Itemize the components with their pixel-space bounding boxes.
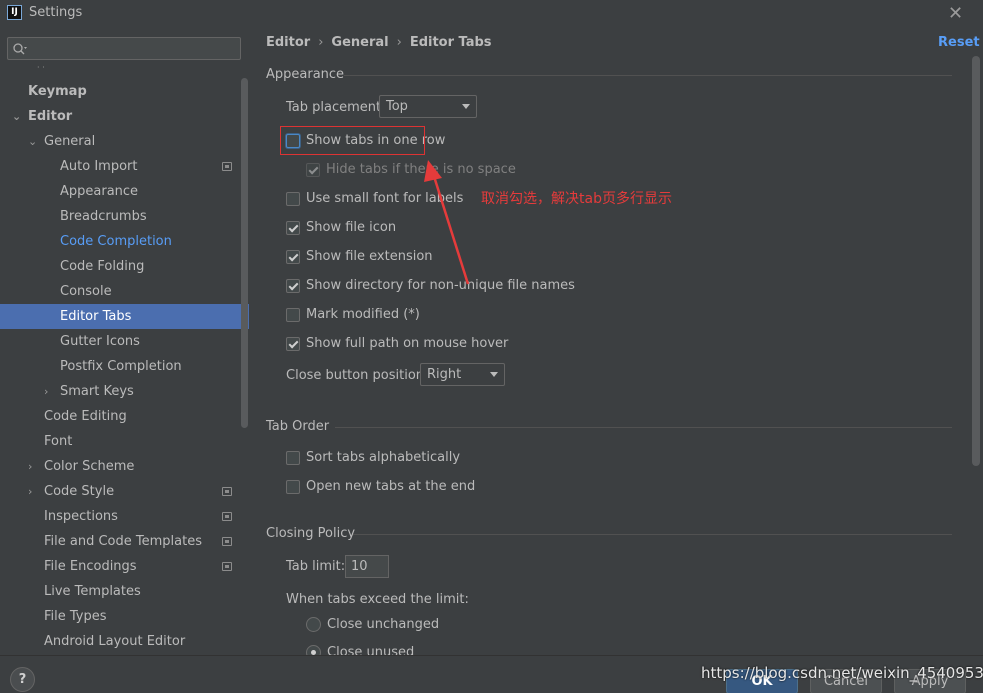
open-at-end-option[interactable]: Open new tabs at the end bbox=[286, 477, 486, 497]
closing-policy-group-title: Closing Policy bbox=[266, 526, 356, 541]
tab-order-group-title: Tab Order bbox=[266, 419, 330, 434]
show-full-path-checkbox[interactable] bbox=[286, 337, 300, 351]
sidebar-item-code-editing[interactable]: Code Editing bbox=[0, 404, 249, 429]
exceed-limit-label: When tabs exceed the limit: bbox=[286, 592, 469, 607]
chevron-down-icon[interactable]: ⌄ bbox=[12, 104, 24, 129]
show-file-icon-checkbox[interactable] bbox=[286, 221, 300, 235]
window-title: Settings bbox=[29, 5, 83, 20]
close-icon[interactable]: ✕ bbox=[948, 3, 963, 24]
breadcrumb-item[interactable]: Editor bbox=[266, 35, 310, 50]
breadcrumb: Editor › General › Editor Tabs bbox=[266, 35, 492, 50]
tab-limit-input[interactable]: 10 bbox=[345, 555, 389, 578]
sidebar-item-console[interactable]: Console bbox=[0, 279, 249, 304]
sidebar-item-color-scheme[interactable]: › Color Scheme bbox=[0, 454, 249, 479]
annotation-highlight-box bbox=[280, 126, 425, 155]
hide-tabs-no-space-checkbox[interactable] bbox=[306, 163, 320, 177]
tab-placement-select[interactable]: Top bbox=[379, 95, 477, 118]
settings-content: Editor › General › Editor Tabs Reset Appeara… bbox=[249, 28, 983, 655]
sidebar-item-smart-keys[interactable]: › Smart Keys bbox=[0, 379, 249, 404]
dropdown-arrow-icon bbox=[490, 372, 498, 377]
sidebar-item-live-templates[interactable]: Live Templates bbox=[0, 579, 249, 604]
close-unused-option[interactable]: Close unused bbox=[306, 643, 466, 655]
close-unused-radio[interactable] bbox=[306, 645, 321, 655]
project-scope-icon bbox=[222, 162, 232, 171]
sidebar-item-general[interactable]: ⌄ General bbox=[0, 129, 249, 154]
sidebar-item-android-layout-editor[interactable]: Android Layout Editor bbox=[0, 629, 249, 654]
group-divider bbox=[344, 75, 952, 76]
annotation-text: 取消勾选，解决tab页多行显示 bbox=[481, 191, 672, 207]
sidebar-item-postfix-completion[interactable]: Postfix Completion bbox=[0, 354, 249, 379]
small-font-checkbox[interactable] bbox=[286, 192, 300, 206]
search-icon bbox=[13, 43, 27, 55]
sidebar-item-breadcrumbs[interactable]: Breadcrumbs bbox=[0, 204, 249, 229]
sidebar-item-gutter-icons[interactable]: Gutter Icons bbox=[0, 329, 249, 354]
title-bar: IJ Settings ✕ bbox=[0, 0, 983, 28]
app-icon: IJ bbox=[7, 5, 22, 20]
sort-alphabetically-checkbox[interactable] bbox=[286, 451, 300, 465]
breadcrumb-item: Editor Tabs bbox=[409, 35, 492, 50]
show-file-extension-checkbox[interactable] bbox=[286, 250, 300, 264]
tab-limit-label: Tab limit: bbox=[286, 559, 346, 574]
sidebar-item-editor[interactable]: ⌄ Editor bbox=[0, 104, 249, 129]
sidebar-item-font[interactable]: Font bbox=[0, 429, 249, 454]
show-full-path-option[interactable]: Show full path on mouse hover bbox=[286, 334, 508, 354]
sidebar-item-inspections[interactable]: Inspections bbox=[0, 504, 249, 529]
chevron-right-icon[interactable]: › bbox=[28, 479, 40, 504]
project-scope-icon bbox=[222, 562, 232, 571]
mark-modified-checkbox[interactable] bbox=[286, 308, 300, 322]
project-scope-icon bbox=[222, 537, 232, 546]
breadcrumb-item[interactable]: General bbox=[331, 35, 388, 50]
sidebar-item-file-encodings[interactable]: File Encodings bbox=[0, 554, 249, 579]
appearance-group-title: Appearance bbox=[266, 67, 345, 82]
reset-link[interactable]: Reset bbox=[938, 35, 980, 50]
sidebar-item-file-and-code-templates[interactable]: File and Code Templates bbox=[0, 529, 249, 554]
help-button[interactable]: ? bbox=[10, 667, 35, 692]
sidebar-item-code-style[interactable]: › Code Style bbox=[0, 479, 249, 504]
watermark-text: https://blog.csdn.net/weixin_45409533 bbox=[701, 664, 983, 682]
sidebar-item-file-types[interactable]: File Types bbox=[0, 604, 249, 629]
sidebar-item-code-folding[interactable]: Code Folding bbox=[0, 254, 249, 279]
dropdown-arrow-icon bbox=[462, 104, 470, 109]
mark-modified-option[interactable]: Mark modified (*) bbox=[286, 305, 486, 325]
breadcrumb-separator-icon: › bbox=[318, 35, 324, 50]
hide-tabs-no-space-option[interactable]: Hide tabs if there is no space bbox=[306, 160, 526, 180]
group-divider bbox=[353, 534, 952, 535]
open-at-end-checkbox[interactable] bbox=[286, 480, 300, 494]
close-unchanged-radio[interactable] bbox=[306, 617, 321, 632]
close-button-position-select[interactable]: Right bbox=[420, 363, 505, 386]
sidebar-item-keymap[interactable]: Keymap bbox=[0, 79, 249, 104]
settings-sidebar: · · Keymap ⌄ Editor ⌄ General Auto Impor… bbox=[0, 28, 249, 655]
sidebar-item-auto-import[interactable]: Auto Import bbox=[0, 154, 249, 179]
show-directory-checkbox[interactable] bbox=[286, 279, 300, 293]
close-unchanged-option[interactable]: Close unchanged bbox=[306, 615, 466, 635]
breadcrumb-separator-icon: › bbox=[396, 35, 402, 50]
search-input[interactable] bbox=[7, 37, 241, 60]
chevron-down-icon[interactable]: ⌄ bbox=[28, 129, 40, 154]
sidebar-item-editor-tabs[interactable]: Editor Tabs bbox=[0, 304, 249, 329]
chevron-right-icon[interactable]: › bbox=[44, 379, 56, 404]
sidebar-item-code-completion[interactable]: Code Completion bbox=[0, 229, 249, 254]
collapsed-indicator: · · bbox=[37, 63, 45, 72]
annotation-arrow-icon bbox=[424, 160, 470, 285]
tab-placement-label: Tab placement: bbox=[286, 100, 386, 115]
project-scope-icon bbox=[222, 512, 232, 521]
chevron-right-icon[interactable]: › bbox=[28, 454, 40, 479]
sidebar-scrollbar[interactable] bbox=[241, 78, 248, 428]
sidebar-item-appearance[interactable]: Appearance bbox=[0, 179, 249, 204]
close-button-position-label: Close button position: bbox=[286, 368, 429, 383]
sort-alphabetically-option[interactable]: Sort tabs alphabetically bbox=[286, 448, 486, 468]
content-scrollbar[interactable] bbox=[972, 56, 980, 466]
project-scope-icon bbox=[222, 487, 232, 496]
group-divider bbox=[335, 427, 952, 428]
